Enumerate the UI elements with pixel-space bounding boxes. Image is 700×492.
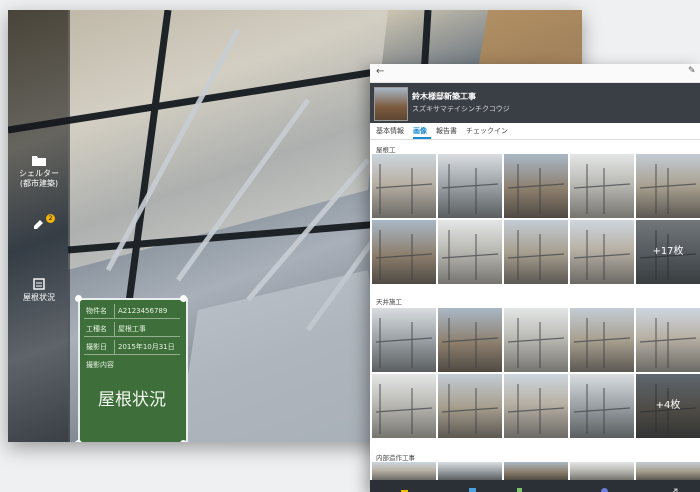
photo-thumbnail[interactable] <box>570 462 634 480</box>
photo-thumbnail[interactable] <box>636 154 700 218</box>
project-thumbnail <box>374 87 408 121</box>
photo-thumbnail[interactable] <box>570 308 634 372</box>
pencil-icon[interactable]: ✎ <box>688 66 696 76</box>
share-icon[interactable] <box>670 481 679 492</box>
sidebar-item-shelter[interactable]: シェルター (都市建築) <box>8 154 70 189</box>
project-panel: ← ✎ 鈴木様邸新築工事 スズキサマテイシンチクコウジ 基本情報 画像 報告書 … <box>370 64 700 492</box>
more-photos-overlay[interactable]: +4枚 <box>636 374 700 438</box>
construction-blackboard[interactable]: 物件名 A2123456789 工種名 屋根工事 撮影日 2015年10月31日 撮影… <box>75 295 188 442</box>
photo-thumbnail[interactable]: +4枚 <box>636 374 700 438</box>
photo-thumbnail[interactable] <box>372 220 436 284</box>
gallery-icon[interactable] <box>468 481 477 492</box>
section-title: 屋根工 <box>376 146 396 154</box>
photo-thumbnail[interactable] <box>372 462 436 480</box>
photo-thumbnail[interactable] <box>570 154 634 218</box>
board-main-text: 屋根状況 <box>98 390 166 410</box>
photo-thumbnail[interactable] <box>504 220 568 284</box>
document-icon[interactable] <box>515 481 524 492</box>
resize-handle[interactable] <box>180 295 187 302</box>
board-row: 撮影日 2015年10月31日 <box>84 340 180 355</box>
photo-thumbnail[interactable] <box>438 374 502 438</box>
photo-thumbnail[interactable] <box>570 374 634 438</box>
camera-icon[interactable] <box>400 481 409 492</box>
sidebar-item-roof[interactable]: 屋根状況 <box>8 278 70 303</box>
board-row: 物件名 A2123456789 <box>84 304 180 319</box>
photo-thumbnail[interactable] <box>438 154 502 218</box>
tab-basic-info[interactable]: 基本情報 <box>376 126 404 136</box>
tab-report[interactable]: 報告書 <box>436 126 457 136</box>
photo-thumbnail[interactable] <box>504 374 568 438</box>
photo-thumbnail[interactable] <box>504 308 568 372</box>
photo-thumbnail[interactable] <box>372 308 436 372</box>
photo-thumbnail[interactable] <box>504 462 568 480</box>
photo-thumbnail[interactable] <box>438 308 502 372</box>
back-arrow-icon[interactable]: ← <box>376 66 384 77</box>
project-subtitle: スズキサマテイシンチクコウジ <box>412 105 510 113</box>
tab-checkin[interactable]: チェックイン <box>466 126 508 136</box>
top-bar: ← ✎ <box>370 64 700 83</box>
user-icon[interactable] <box>600 481 609 492</box>
sidebar-item-label: シェルター (都市建築) <box>19 169 59 188</box>
board-row: 工種名 屋根工事 <box>84 322 180 337</box>
sidebar-item-edit[interactable]: 2 <box>8 214 70 233</box>
active-tab-indicator <box>413 137 431 139</box>
photo-grid <box>372 462 700 480</box>
resize-handle[interactable] <box>75 295 82 302</box>
bottom-toolbar <box>370 480 700 492</box>
project-header: 鈴木様邸新築工事 スズキサマテイシンチクコウジ <box>370 83 700 123</box>
photo-thumbnail[interactable] <box>636 462 700 480</box>
photo-thumbnail[interactable] <box>438 462 502 480</box>
photo-thumbnail[interactable]: +17枚 <box>636 220 700 284</box>
resize-handle[interactable] <box>180 440 187 442</box>
section-title: 天井施工 <box>376 298 402 306</box>
board-row: 撮影内容 <box>86 361 114 369</box>
edit-icon <box>34 220 43 229</box>
photo-thumbnail[interactable] <box>372 154 436 218</box>
photo-thumbnail[interactable] <box>570 220 634 284</box>
photo-thumbnail[interactable] <box>372 374 436 438</box>
resize-handle[interactable] <box>75 440 82 442</box>
photo-thumbnail[interactable] <box>636 308 700 372</box>
notification-badge: 2 <box>46 214 55 223</box>
photo-thumbnail[interactable] <box>438 220 502 284</box>
photo-thumbnail[interactable] <box>504 154 568 218</box>
tab-images[interactable]: 画像 <box>413 126 427 136</box>
folder-icon <box>32 156 46 166</box>
photo-grid: +4枚 <box>372 308 700 440</box>
sidebar-item-label: 屋根状況 <box>23 293 55 302</box>
more-photos-overlay[interactable]: +17枚 <box>636 220 700 284</box>
camera-sidebar: シェルター (都市建築) 2 屋根状況 <box>8 10 70 442</box>
board-icon <box>33 278 45 290</box>
project-title: 鈴木様邸新築工事 <box>412 92 476 101</box>
photo-grid: +17枚 <box>372 154 700 286</box>
section-title: 内部造作工事 <box>376 454 415 462</box>
